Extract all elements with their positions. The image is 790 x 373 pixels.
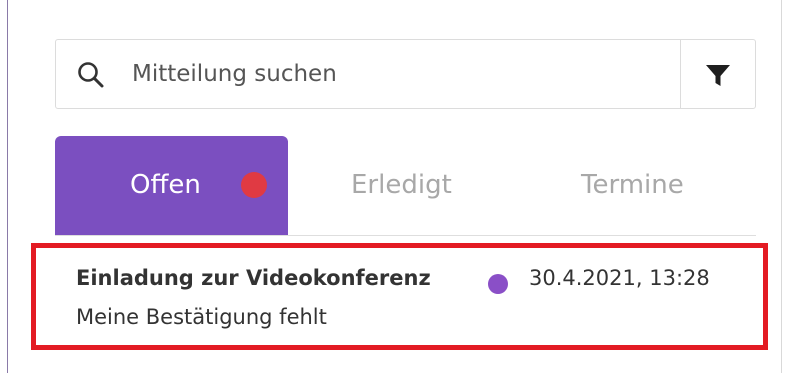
message-tabs: Offen Erledigt Termine	[55, 136, 756, 236]
message-subtitle: Meine Bestätigung fehlt	[76, 305, 327, 329]
open-indicator-dot	[241, 172, 267, 198]
filter-icon	[706, 65, 730, 86]
unread-dot	[488, 274, 508, 294]
tab-label: Erledigt	[351, 170, 452, 200]
message-title: Einladung zur Videokonferenz	[76, 266, 431, 290]
panel-right-border	[781, 0, 782, 373]
search-icon	[78, 62, 104, 88]
tab-offen[interactable]: Offen	[55, 136, 288, 235]
tab-label: Termine	[581, 170, 684, 200]
filter-button[interactable]	[680, 39, 756, 109]
panel-left-border	[7, 0, 8, 373]
search-bar	[55, 39, 756, 109]
tab-label: Offen	[130, 170, 201, 200]
tab-erledigt[interactable]: Erledigt	[288, 136, 518, 235]
list-item[interactable]: Einladung zur Videokonferenz 30.4.2021, …	[31, 243, 768, 350]
search-input[interactable]	[132, 54, 672, 94]
tab-termine[interactable]: Termine	[518, 136, 756, 235]
message-timestamp: 30.4.2021, 13:28	[529, 266, 710, 290]
